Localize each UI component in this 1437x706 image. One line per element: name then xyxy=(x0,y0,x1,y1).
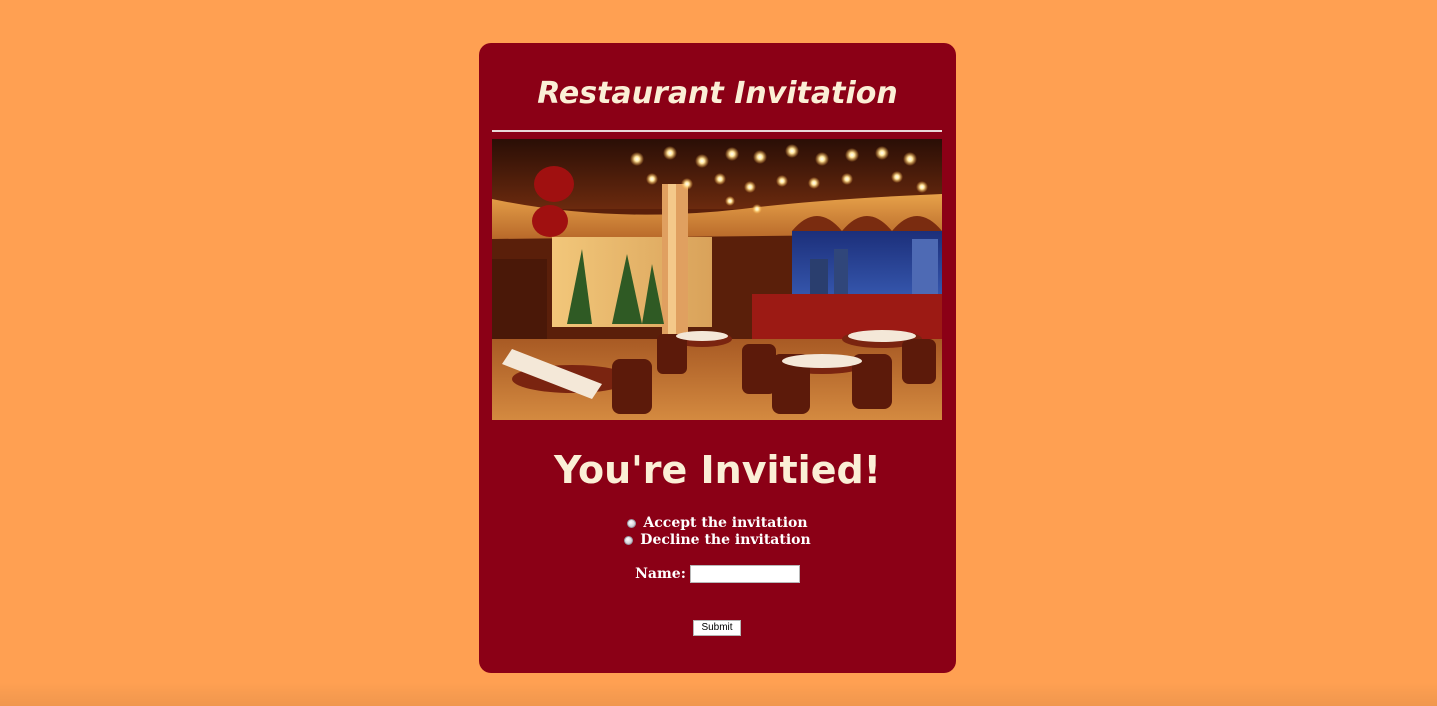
decline-label[interactable]: Decline the invitation xyxy=(640,532,810,549)
page-title: Restaurant Invitation xyxy=(537,76,898,111)
accept-radio[interactable] xyxy=(627,519,637,528)
title-divider xyxy=(492,130,942,132)
decline-option[interactable]: Decline the invitation xyxy=(479,532,956,549)
page-bottom-shadow xyxy=(0,682,1437,706)
invited-headline: You're Invitied! xyxy=(553,448,882,492)
submit-button[interactable]: Submit xyxy=(693,620,741,636)
invitation-card: Restaurant Invitation You're Invitied! A… xyxy=(479,43,956,673)
name-row: Name: xyxy=(479,564,956,584)
name-label: Name: xyxy=(635,566,686,582)
name-field[interactable] xyxy=(689,565,800,583)
decline-radio[interactable] xyxy=(624,536,634,545)
rsvp-options: Accept the invitation Decline the invita… xyxy=(479,515,956,549)
accept-label[interactable]: Accept the invitation xyxy=(643,515,807,532)
accept-option[interactable]: Accept the invitation xyxy=(479,515,956,532)
restaurant-photo xyxy=(492,139,942,420)
